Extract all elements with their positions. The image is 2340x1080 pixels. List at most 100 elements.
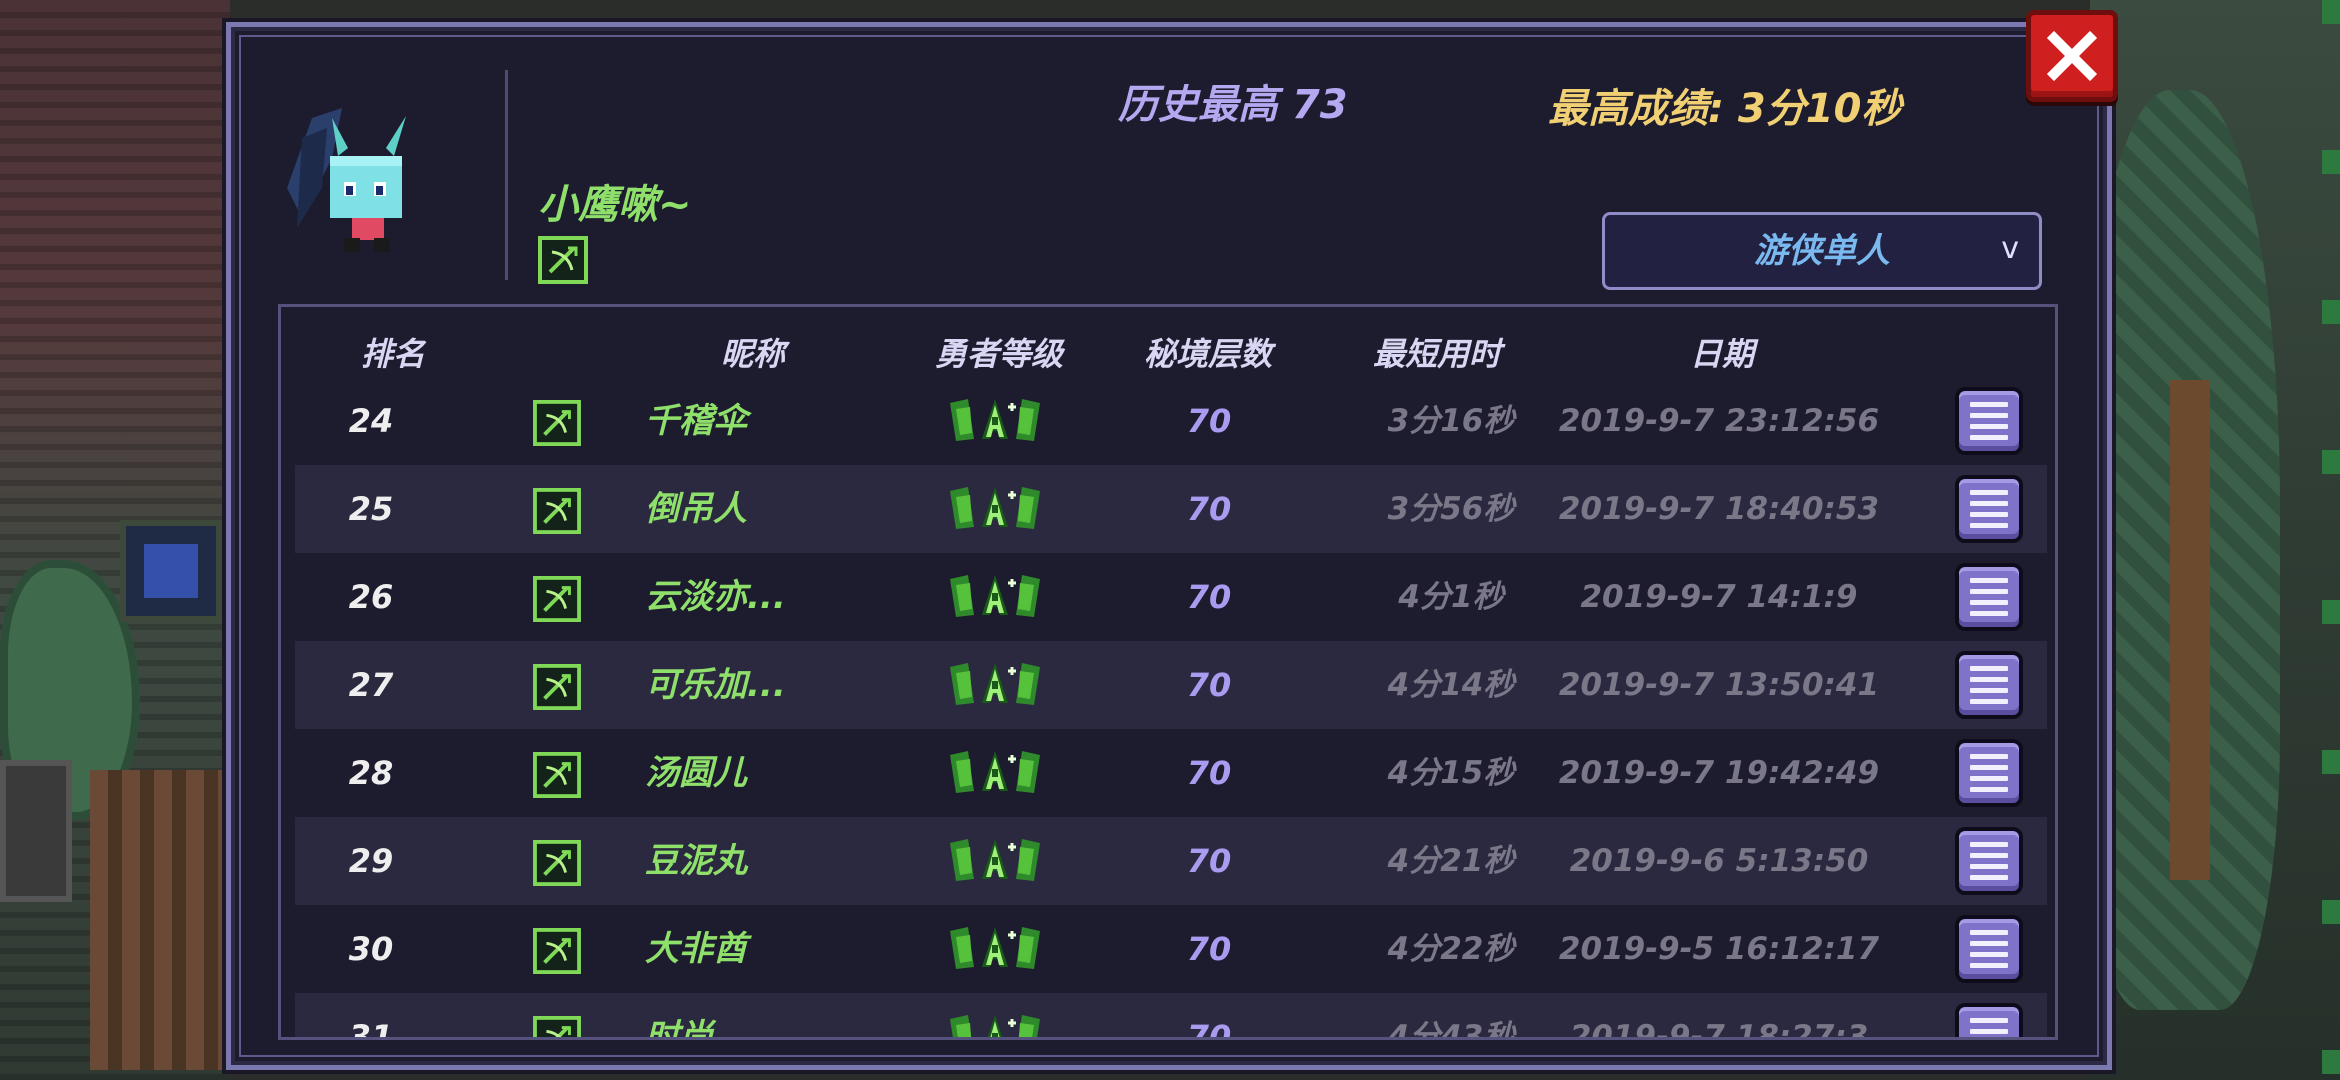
bow-badge-icon [533,576,581,622]
player-nickname[interactable]: 千稽伞 [645,377,747,465]
player-nickname[interactable]: 大非酋 [645,905,747,993]
menu-icon [1955,387,2023,455]
best-time: 3分16秒 [1387,403,1515,439]
header-level: 勇者等级 [934,335,1064,373]
header-rank: 排名 [360,335,426,373]
menu-icon [1955,915,2023,983]
close-icon [2046,30,2098,82]
floor-count: 70 [1186,930,1232,968]
bow-badge-icon [533,752,581,798]
rank-value: 30 [348,930,394,968]
table-row[interactable]: 25 倒吊人 70 3分56秒 2019-9-7 18:40:53 [295,465,2047,553]
rank-value: 29 [348,842,394,880]
bow-badge-icon [533,1016,581,1037]
floor-count: 70 [1186,842,1232,880]
rank-a-plus-icon [946,1011,1044,1037]
best-time: 4分1秒 [1398,579,1504,615]
background-vines [2322,0,2340,1080]
bow-badge-icon [533,840,581,886]
table-row[interactable]: 31 时尚 70 4分43秒 2019-9-7 18:27:3 [295,993,2047,1040]
best-time: 4分43秒 [1387,1019,1515,1040]
floor-count: 70 [1186,490,1232,528]
background-window [120,520,222,622]
menu-icon [1955,827,2023,895]
record-date: 2019-9-7 13:50:41 [1558,667,1880,703]
floor-count: 70 [1186,754,1232,792]
player-nickname[interactable]: 汤圆儿 [645,729,747,817]
record-date: 2019-9-7 14:1:9 [1580,579,1858,615]
detail-menu-button[interactable] [1955,739,2023,807]
rank-value: 26 [348,578,394,616]
floor-count: 70 [1186,1018,1232,1040]
mode-dropdown[interactable]: 游侠单人 v [1602,212,2042,290]
player-name: 小鹰嗽~ [538,182,692,228]
rank-a-plus-icon [946,571,1044,621]
rank-a-plus-icon [946,923,1044,973]
player-nickname[interactable]: 可乐加... [645,641,786,729]
detail-menu-button[interactable] [1955,563,2023,631]
bow-badge-icon [533,928,581,974]
floor-count: 70 [1186,578,1232,616]
background-crate [0,760,72,902]
header-date: 日期 [1689,335,1755,373]
background-fence [90,770,230,1070]
rank-value: 28 [348,754,394,792]
bow-badge-icon [533,664,581,710]
best-time: 4分22秒 [1387,931,1515,967]
menu-icon [1955,563,2023,631]
table-row[interactable]: 24 千稽伞 70 3分16秒 2019-9-7 23:12:56 [295,377,2047,465]
detail-menu-button[interactable] [1955,915,2023,983]
rank-a-plus-icon [946,483,1044,533]
menu-icon [1955,739,2023,807]
detail-menu-button[interactable] [1955,387,2023,455]
table-row[interactable]: 30 大非酋 70 4分22秒 2019-9-5 16:12:17 [295,905,2047,993]
detail-menu-button[interactable] [1955,827,2023,895]
record-date: 2019-9-7 19:42:49 [1558,755,1880,791]
header-floors: 秘境层数 [1143,335,1273,373]
best-time: 4分21秒 [1387,843,1515,879]
close-button[interactable] [2026,10,2118,102]
header-nickname: 昵称 [720,335,786,373]
rank-value: 24 [348,402,394,440]
rank-a-plus-icon [946,835,1044,885]
player-nickname[interactable]: 时尚 [645,993,713,1037]
leaderboard-rows: 24 千稽伞 70 3分16秒 2019-9-7 23:12:56 25 倒吊人… [295,377,2047,1040]
player-nickname[interactable]: 云淡亦... [645,553,786,641]
table-row[interactable]: 27 可乐加... 70 4分14秒 2019-9-7 13:50:41 [295,641,2047,729]
best-time: 3分56秒 [1387,491,1515,527]
history-best: 历史最高 73 [1118,82,1348,128]
rank-a-plus-icon [946,747,1044,797]
rank-value: 27 [348,666,394,704]
record-date: 2019-9-7 18:40:53 [1558,491,1880,527]
floor-count: 70 [1186,666,1232,704]
record-date: 2019-9-6 5:13:50 [1569,843,1869,879]
best-time: 4分15秒 [1387,755,1515,791]
player-nickname[interactable]: 倒吊人 [645,465,747,553]
rank-a-plus-icon [946,659,1044,709]
leaderboard-table: 排名 昵称 勇者等级 秘境层数 最短用时 日期 24 千稽伞 70 3分16秒 … [278,304,2058,1040]
chevron-down-icon: v [2001,231,2019,266]
bow-badge-icon [533,488,581,534]
record-date: 2019-9-5 16:12:17 [1558,931,1880,967]
player-nickname[interactable]: 豆泥丸 [645,817,747,905]
bow-badge-icon [538,236,588,284]
table-row[interactable]: 29 豆泥丸 70 4分21秒 2019-9-6 5:13:50 [295,817,2047,905]
detail-menu-button[interactable] [1955,651,2023,719]
detail-menu-button[interactable] [1955,1003,2023,1037]
menu-icon [1955,1003,2023,1037]
detail-menu-button[interactable] [1955,475,2023,543]
player-avatar [282,98,432,258]
floor-count: 70 [1186,402,1232,440]
rank-a-plus-icon [946,395,1044,445]
mode-dropdown-value: 游侠单人 [1754,231,1890,271]
background-tree-trunk [2170,380,2210,880]
record-date: 2019-9-7 18:27:3 [1569,1019,1869,1040]
bow-badge-icon [533,400,581,446]
table-row[interactable]: 28 汤圆儿 70 4分15秒 2019-9-7 19:42:49 [295,729,2047,817]
rank-value: 31 [348,1018,394,1040]
record-date: 2019-9-7 23:12:56 [1558,403,1880,439]
table-row[interactable]: 26 云淡亦... 70 4分1秒 2019-9-7 14:1:9 [295,553,2047,641]
rank-value: 25 [348,490,394,528]
header-time: 最短用时 [1372,335,1502,373]
best-score: 最高成绩: 3分10秒 [1548,86,1902,132]
